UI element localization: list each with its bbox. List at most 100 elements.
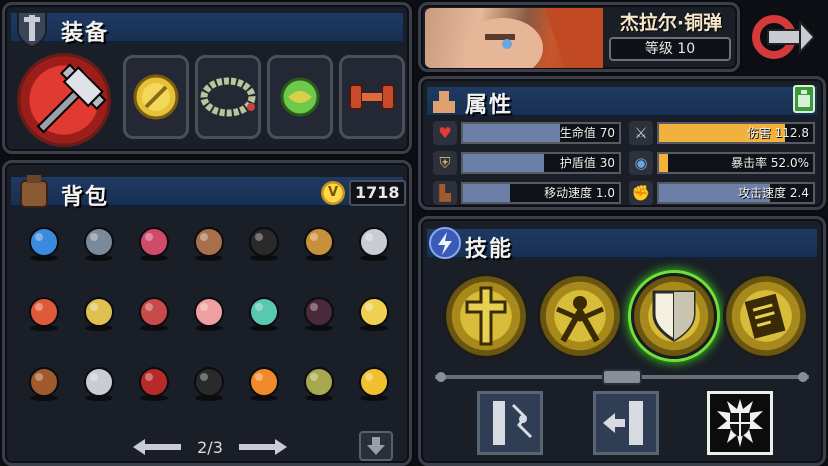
gold-sword-coin-icon	[133, 74, 179, 120]
stat-label: 攻击速度 2.4	[738, 186, 809, 200]
fist-icon: ✊	[629, 181, 653, 205]
stat-bar: 伤害 112.8	[657, 122, 815, 144]
stat-row: ▙ 移动速度 1.0	[433, 181, 623, 205]
cross-icon	[465, 286, 507, 346]
eye-icon: ◉	[629, 151, 653, 175]
hero-portrait-panel: 杰拉尔·铜弹 等级 10	[418, 2, 740, 78]
backpack-item[interactable]	[186, 359, 232, 405]
stat-label: 伤害 112.8	[746, 126, 809, 140]
shadow-beast-icon	[249, 227, 279, 261]
skills-title: 技能	[465, 237, 514, 262]
passive-slot-2[interactable]	[593, 391, 659, 455]
weapon-slot[interactable]	[17, 53, 111, 147]
stat-label: 暴击率 52.0%	[731, 156, 809, 170]
skill-slot-4[interactable]	[723, 273, 809, 359]
skill-slot-1[interactable]	[443, 273, 529, 359]
page-navigator: 2/3	[133, 435, 287, 459]
lightning-icon	[429, 227, 461, 259]
equip-slot-1[interactable]	[123, 55, 189, 139]
red-spider-icon	[139, 367, 169, 401]
compass-icon	[84, 227, 114, 261]
backpack-panel: 背包 V 1718 2/3	[2, 160, 412, 466]
shield-burst-icon	[717, 399, 763, 447]
spiky-pod-icon	[304, 367, 334, 401]
hammer-icon	[36, 63, 107, 134]
potion-icon[interactable]	[793, 85, 815, 113]
ring-icon	[139, 227, 169, 261]
stat-row: ⚔ 伤害 112.8	[629, 121, 817, 145]
attributes-title: 属性	[465, 93, 514, 118]
backpack-item[interactable]	[186, 219, 232, 265]
stat-fill	[659, 154, 669, 172]
backpack-item[interactable]	[296, 219, 342, 265]
gold-armor-icon	[359, 367, 389, 401]
attributes-panel: 属性 ♥ 生命值 70 ⚔ 伤害 112.8 ⛨ 护盾值 30 ◉ 暴击率 52.0% ▙ 移动速…	[418, 76, 826, 210]
stat-label: 护盾值 30	[559, 156, 615, 170]
shield-icon: ⛨	[433, 151, 457, 175]
backpack-item[interactable]	[241, 359, 287, 405]
left-arrow-icon	[133, 439, 181, 455]
page-indicator: 2/3	[197, 437, 223, 457]
shield-egg-icon	[84, 297, 114, 331]
backpack-item[interactable]	[131, 289, 177, 335]
skill-slot-2[interactable]	[537, 273, 623, 359]
backpack-item[interactable]	[76, 219, 122, 265]
backpack-item[interactable]	[296, 289, 342, 335]
stat-row: ♥ 生命值 70	[433, 121, 623, 145]
passive-slot-1[interactable]	[477, 391, 543, 455]
elf-head-icon	[249, 297, 279, 331]
backpack-item[interactable]	[21, 289, 67, 335]
stat-fill	[463, 184, 510, 202]
warrior-icon	[556, 296, 604, 343]
backpack-item[interactable]	[21, 359, 67, 405]
backpack-item[interactable]	[351, 359, 397, 405]
stat-bar: 生命值 70	[461, 122, 621, 144]
passive-slot-3[interactable]	[707, 391, 773, 455]
back-arrow-icon	[752, 15, 816, 59]
stat-bar: 移动速度 1.0	[461, 182, 621, 204]
muscle-icon	[431, 89, 457, 115]
hero-level: 等级 10	[609, 37, 731, 61]
wolf-head-icon	[84, 367, 114, 401]
backpack-item[interactable]	[131, 359, 177, 405]
shield-skill-icon	[652, 290, 696, 342]
back-button[interactable]	[752, 12, 816, 62]
knight-helmet-icon	[359, 227, 389, 261]
backpack-item[interactable]	[76, 289, 122, 335]
backpack-item[interactable]	[241, 289, 287, 335]
backpack-item[interactable]	[76, 359, 122, 405]
hero-name: 杰拉尔·铜弹	[619, 12, 723, 34]
backpack-item[interactable]	[241, 219, 287, 265]
equipment-icon	[15, 9, 49, 49]
skills-divider	[435, 369, 809, 385]
prev-page-button[interactable]	[133, 439, 181, 455]
hero-portrait	[425, 8, 603, 78]
winged-boot-icon	[29, 367, 59, 401]
backpack-item[interactable]	[351, 219, 397, 265]
equip-slot-2[interactable]	[195, 55, 261, 139]
equip-slot-4[interactable]	[339, 55, 405, 139]
backpack-item[interactable]	[351, 289, 397, 335]
demon-mask-icon	[139, 297, 169, 331]
backpack-item[interactable]	[296, 359, 342, 405]
backpack-item[interactable]	[21, 219, 67, 265]
bat-wings-icon	[304, 297, 334, 331]
stat-bar: 护盾值 30	[461, 152, 621, 174]
stat-fill	[463, 124, 560, 142]
sort-button[interactable]	[359, 431, 393, 461]
stat-bar: 攻击速度 2.4	[657, 182, 815, 204]
stat-row: ◉ 暴击率 52.0%	[629, 151, 817, 175]
skull-bomb-icon	[194, 367, 224, 401]
stat-row: ⛨ 护盾值 30	[433, 151, 623, 175]
equip-slot-3[interactable]	[267, 55, 333, 139]
bead-necklace-icon	[200, 77, 256, 117]
rope-icon	[194, 227, 224, 261]
backpack-item[interactable]	[131, 219, 177, 265]
stat-bar: 暴击率 52.0%	[657, 152, 815, 174]
next-page-button[interactable]	[239, 439, 287, 455]
skill-slot-3[interactable]	[631, 273, 717, 359]
stat-fill	[463, 154, 545, 172]
backpack-item[interactable]	[186, 289, 232, 335]
stat-label: 移动速度 1.0	[544, 186, 615, 200]
equipment-panel: 装备	[2, 2, 412, 154]
